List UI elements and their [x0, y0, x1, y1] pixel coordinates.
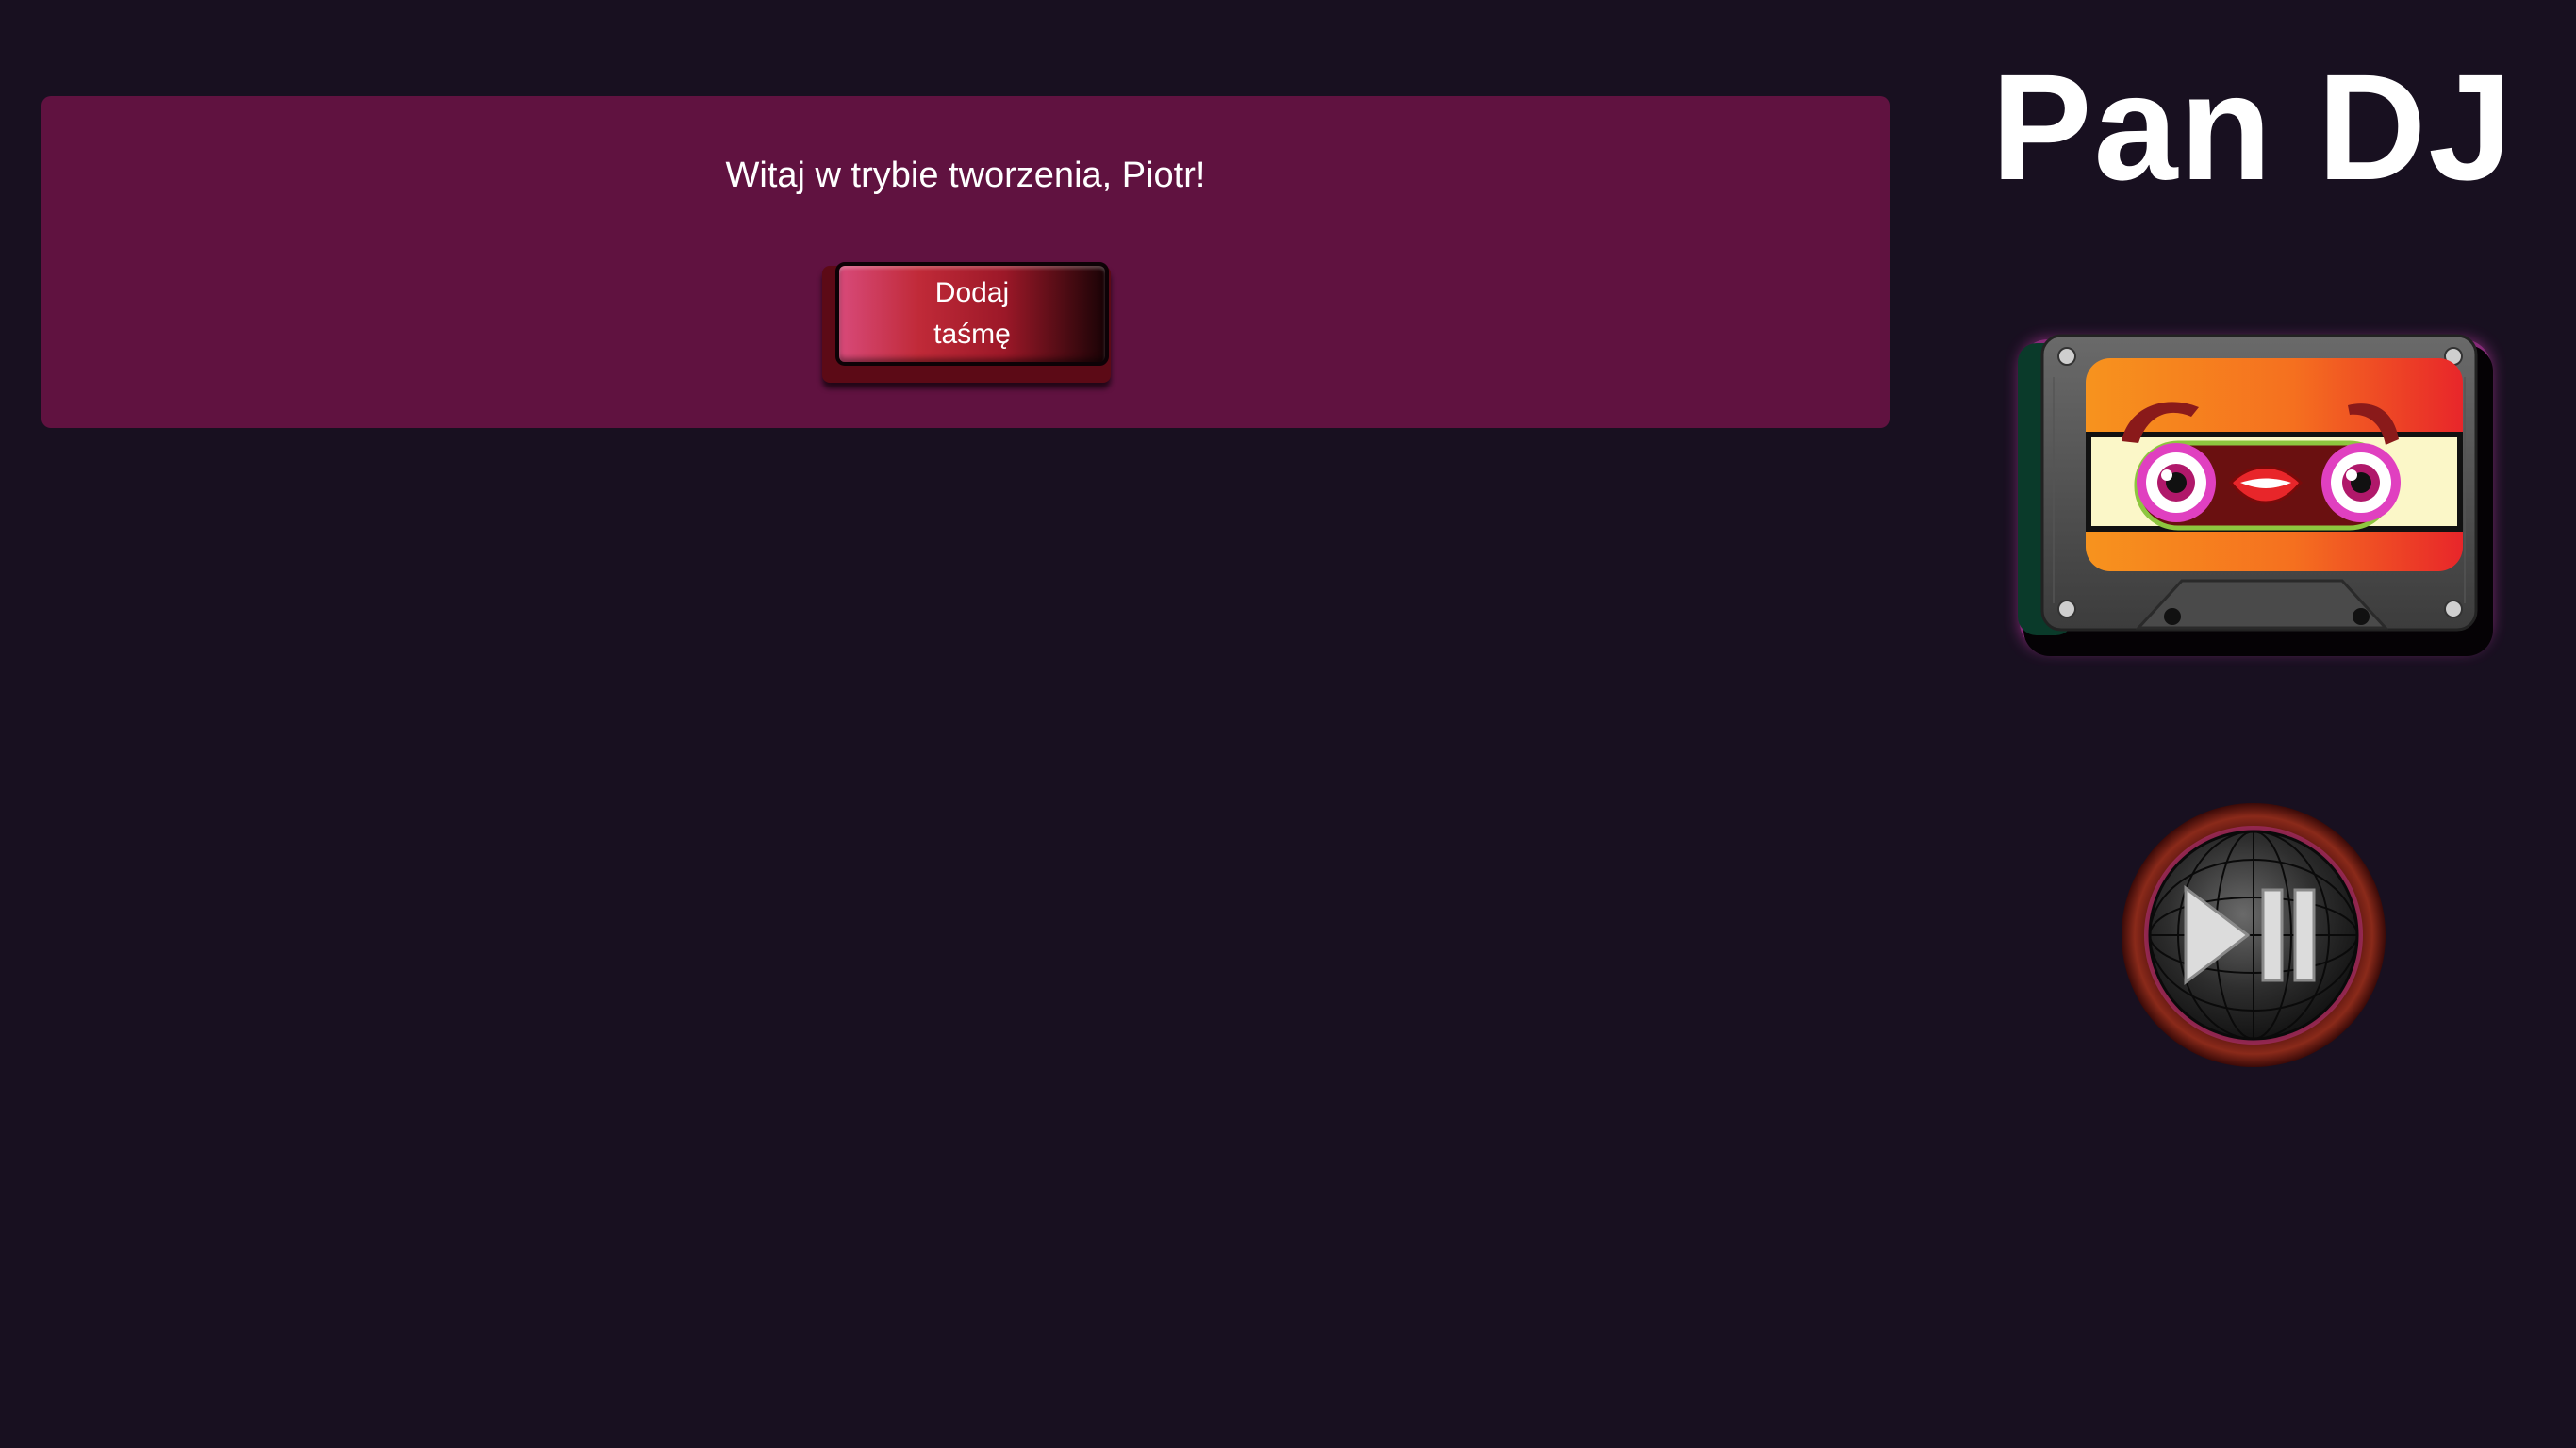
add-tape-button[interactable]: Dodaj taśmę: [835, 262, 1109, 366]
welcome-message: Witaj w trybie tworzenia, Piotr!: [725, 156, 1206, 195]
welcome-panel: Witaj w trybie tworzenia, Piotr! Dodaj t…: [41, 96, 1890, 428]
play-pause-button[interactable]: [2120, 801, 2387, 1069]
app-root: Witaj w trybie tworzenia, Piotr! Dodaj t…: [0, 0, 2576, 1448]
cassette-mascot-icon: [2018, 334, 2493, 656]
add-tape-button-container: Dodaj taśmę: [822, 262, 1124, 385]
app-title: Pan DJ: [1990, 42, 2515, 211]
add-tape-button-label: Dodaj taśmę: [933, 277, 1011, 350]
